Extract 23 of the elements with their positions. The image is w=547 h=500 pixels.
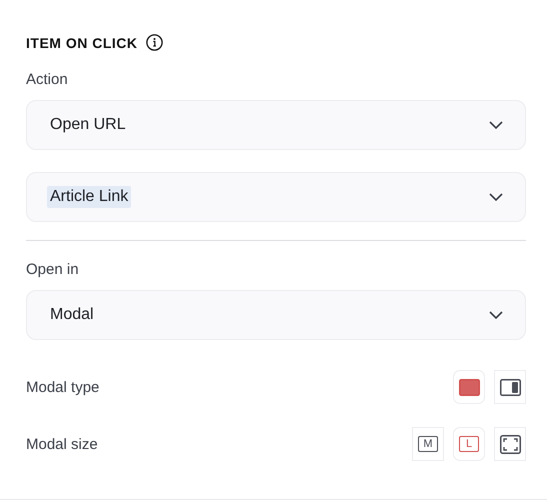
modal-type-button[interactable] <box>494 370 526 404</box>
chevron-icon <box>489 193 503 201</box>
size-option-button[interactable] <box>494 427 526 461</box>
field-label: Modal size <box>26 436 98 452</box>
field-label: Open in <box>26 261 80 278</box>
select-value: Open URL <box>49 115 127 135</box>
select-value: Modal <box>49 305 95 325</box>
chevron-icon <box>489 311 503 319</box>
dropdown-select[interactable]: Modal <box>26 290 526 340</box>
size-option-button[interactable]: L <box>453 427 485 461</box>
dropdown-select[interactable]: Open URL <box>26 100 526 150</box>
section-title: ITEM ON CLICK <box>26 34 138 50</box>
field-label: Modal type <box>26 378 100 396</box>
modal-type-button[interactable] <box>453 370 485 404</box>
dropdown-select[interactable]: Article Link <box>26 172 526 222</box>
size-option-button[interactable]: M <box>412 427 444 461</box>
window-icon <box>458 378 480 396</box>
info-icon[interactable] <box>146 34 162 51</box>
fullscreen-icon <box>500 434 520 454</box>
side-panel-icon <box>500 378 520 396</box>
chevron-icon <box>489 121 503 129</box>
field-label: Action <box>26 71 69 88</box>
select-value: Article Link <box>47 186 132 208</box>
